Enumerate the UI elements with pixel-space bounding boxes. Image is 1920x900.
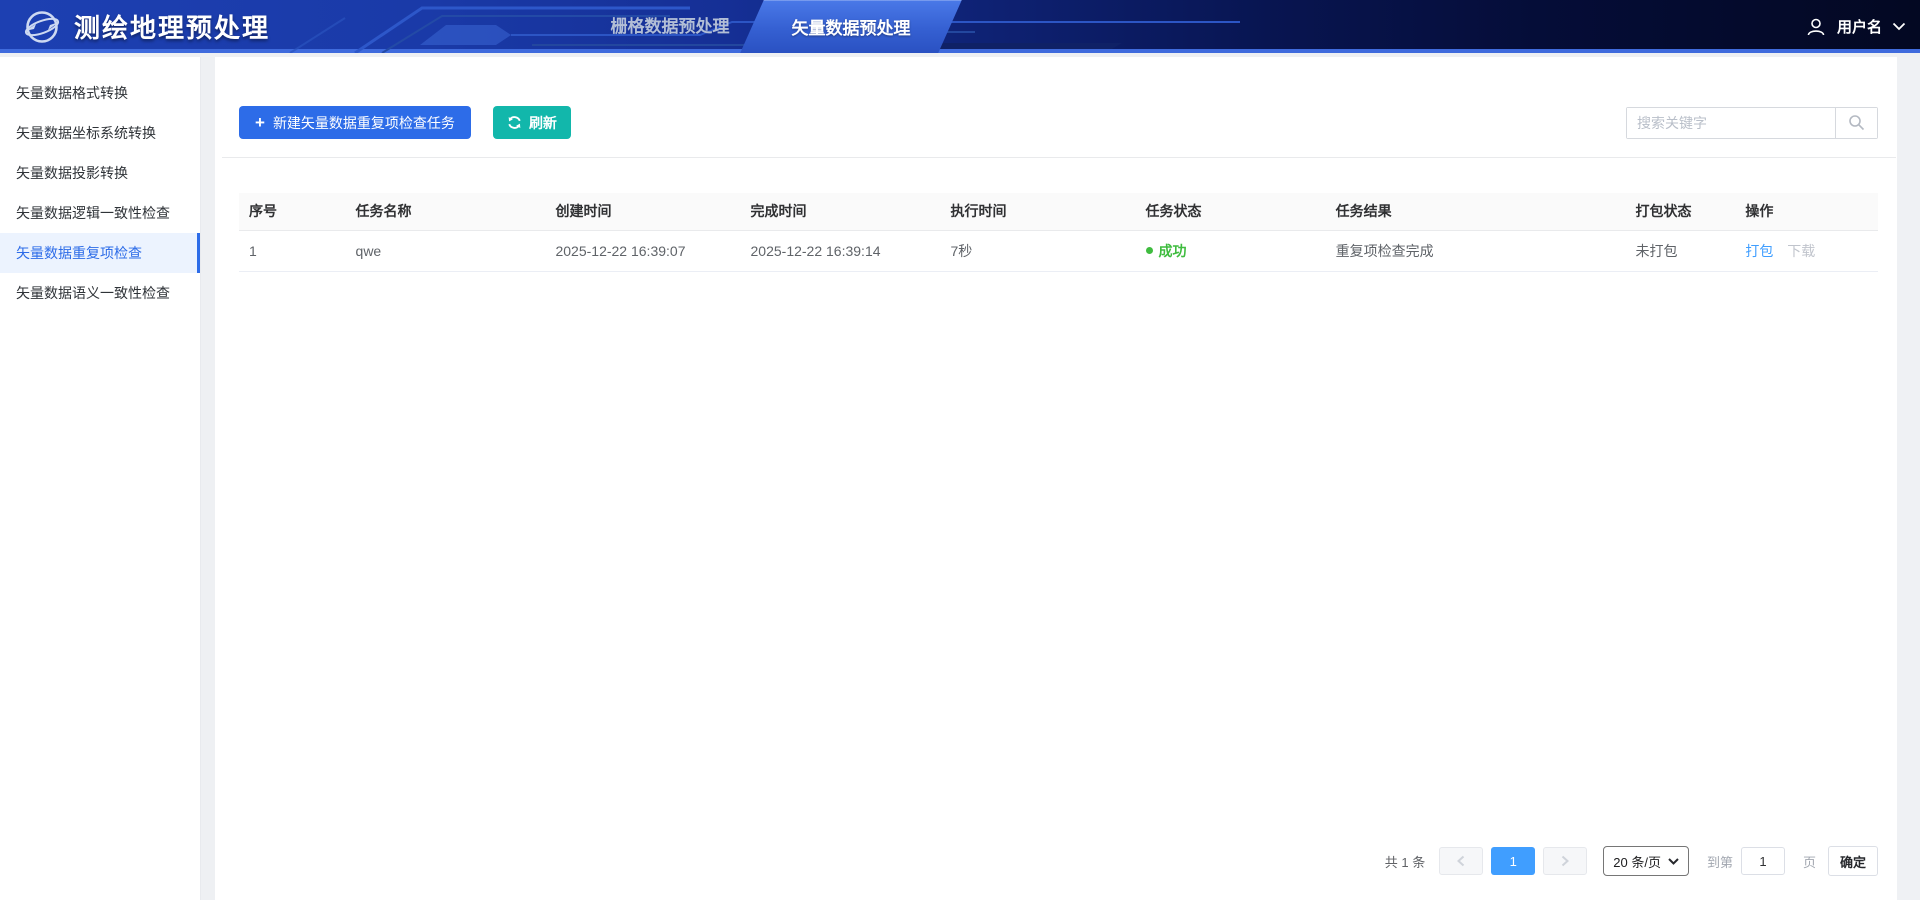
goto-suffix-label: 页	[1803, 852, 1816, 871]
col-header-result: 任务结果	[1326, 193, 1626, 230]
cell-status: 成功	[1136, 230, 1326, 271]
package-action-link[interactable]: 打包	[1745, 243, 1773, 259]
col-header-duration: 执行时间	[940, 193, 1135, 230]
sidebar: 矢量数据格式转换 矢量数据坐标系统转换 矢量数据投影转换 矢量数据逻辑一致性检查…	[0, 57, 201, 900]
plus-icon: +	[255, 114, 265, 131]
tab-vector-preprocessing[interactable]: 矢量数据预处理	[742, 0, 960, 53]
sidebar-item-format-conversion[interactable]: 矢量数据格式转换	[0, 73, 200, 113]
cell-created: 2025-12-22 16:39:07	[545, 230, 740, 271]
goto-page-input[interactable]	[1741, 847, 1785, 875]
cell-result: 重复项检查完成	[1326, 230, 1626, 271]
col-header-actions: 操作	[1735, 193, 1878, 230]
sidebar-item-label: 矢量数据语义一致性检查	[16, 283, 170, 303]
goto-confirm-button[interactable]: 确定	[1828, 846, 1878, 876]
toolbar-divider	[222, 157, 1896, 158]
page-number-button[interactable]: 1	[1491, 847, 1535, 875]
col-header-task-name: 任务名称	[346, 193, 546, 230]
search-box	[1626, 107, 1878, 139]
select-chevron-down-icon	[1668, 858, 1679, 865]
search-icon	[1848, 114, 1865, 131]
status-dot-icon	[1146, 247, 1153, 254]
prev-page-button[interactable]	[1439, 847, 1483, 875]
cell-finished: 2025-12-22 16:39:14	[741, 230, 941, 271]
sidebar-item-projection-conversion[interactable]: 矢量数据投影转换	[0, 153, 200, 193]
table-header-row: 序号 任务名称 创建时间 完成时间 执行时间 任务状态 任务结果 打包状态 操作	[239, 193, 1878, 230]
pagination-total: 共 1 条	[1385, 852, 1425, 871]
user-icon	[1805, 16, 1827, 38]
col-header-package-status: 打包状态	[1626, 193, 1736, 230]
next-page-button[interactable]	[1543, 847, 1587, 875]
sidebar-item-label: 矢量数据逻辑一致性检查	[16, 203, 170, 223]
refresh-icon	[507, 115, 522, 130]
page-size-value: 20 条/页	[1613, 852, 1661, 871]
sidebar-item-logical-consistency-check[interactable]: 矢量数据逻辑一致性检查	[0, 193, 200, 233]
top-tabs: 栅格数据预处理 矢量数据预处理	[0, 0, 1920, 53]
app-header: 测绘地理预处理 栅格数据预处理 矢量数据预处理 用户名	[0, 0, 1920, 53]
sidebar-item-duplicate-check[interactable]: 矢量数据重复项检查	[0, 233, 200, 273]
download-action-link[interactable]: 下载	[1787, 243, 1815, 259]
col-header-status: 任务状态	[1136, 193, 1326, 230]
cell-package-status: 未打包	[1626, 230, 1736, 271]
cell-duration: 7秒	[940, 230, 1135, 271]
cell-index: 1	[239, 230, 346, 271]
pagination: 共 1 条 1 20 条/页 到第 页 确定	[1385, 846, 1878, 876]
col-header-finished: 完成时间	[741, 193, 941, 230]
goto-prefix-label: 到第	[1707, 852, 1733, 871]
refresh-button-label: 刷新	[529, 113, 557, 133]
table-row: 1 qwe 2025-12-22 16:39:07 2025-12-22 16:…	[239, 230, 1878, 271]
refresh-button[interactable]: 刷新	[493, 106, 571, 139]
main-content: + 新建矢量数据重复项检查任务 刷新	[215, 57, 1897, 900]
chevron-right-icon	[1560, 855, 1570, 867]
sidebar-item-coordinate-system-conversion[interactable]: 矢量数据坐标系统转换	[0, 113, 200, 153]
status-badge: 成功	[1146, 241, 1187, 261]
search-input[interactable]	[1627, 108, 1835, 138]
user-menu[interactable]: 用户名	[1805, 0, 1906, 53]
cell-task-name: qwe	[346, 230, 546, 271]
col-header-index: 序号	[239, 193, 346, 230]
col-header-created: 创建时间	[545, 193, 740, 230]
status-text: 成功	[1159, 241, 1187, 261]
sidebar-item-label: 矢量数据投影转换	[16, 163, 128, 183]
toolbar: + 新建矢量数据重复项检查任务 刷新	[239, 106, 1878, 139]
chevron-down-icon	[1892, 22, 1906, 31]
task-table: 序号 任务名称 创建时间 完成时间 执行时间 任务状态 任务结果 打包状态 操作…	[239, 193, 1878, 272]
sidebar-item-label: 矢量数据重复项检查	[16, 243, 142, 263]
sidebar-item-label: 矢量数据坐标系统转换	[16, 123, 156, 143]
user-name: 用户名	[1837, 16, 1882, 37]
scrollbar-track[interactable]	[1897, 57, 1920, 900]
sidebar-item-semantic-consistency-check[interactable]: 矢量数据语义一致性检查	[0, 273, 200, 313]
new-task-button-label: 新建矢量数据重复项检查任务	[273, 113, 455, 133]
new-task-button[interactable]: + 新建矢量数据重复项检查任务	[239, 106, 471, 139]
search-button[interactable]	[1835, 108, 1877, 138]
sidebar-item-label: 矢量数据格式转换	[16, 83, 128, 103]
page-size-select[interactable]: 20 条/页	[1603, 846, 1689, 876]
chevron-left-icon	[1456, 855, 1466, 867]
cell-actions: 打包 下载	[1735, 230, 1878, 271]
